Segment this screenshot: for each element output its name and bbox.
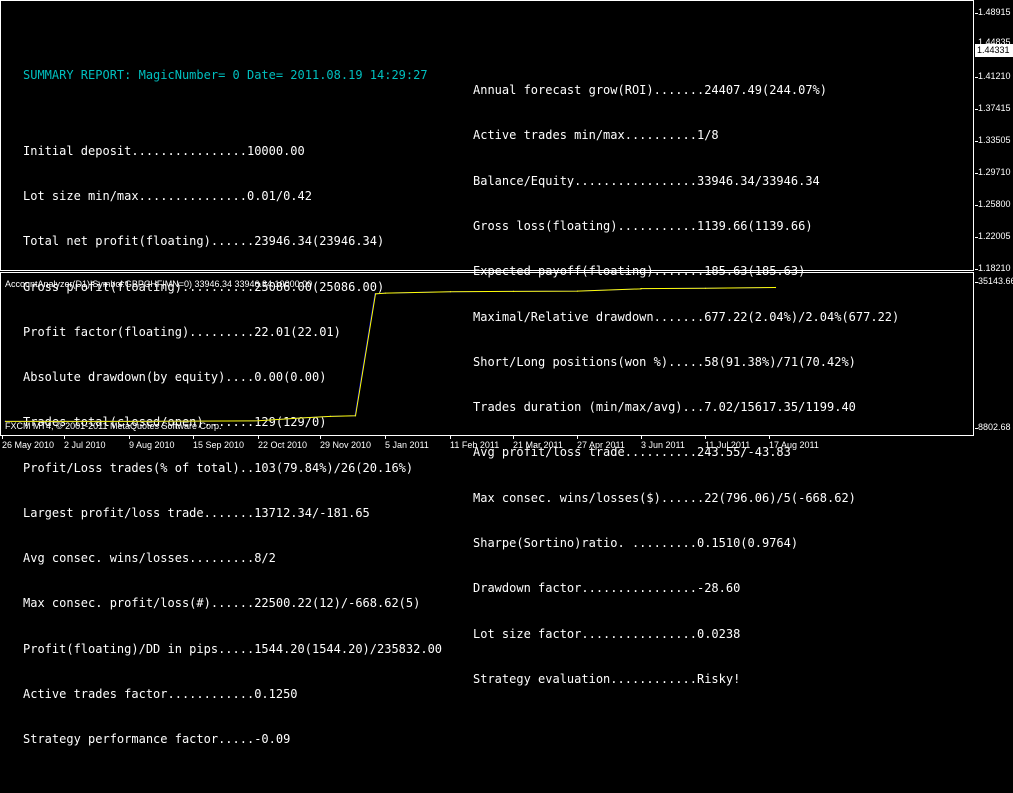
time-label: 11 Jul 2011 [705,440,751,450]
series-equity-point [354,415,357,417]
series-equity-point [640,288,643,290]
time-label: 26 May 2010 [2,440,55,450]
price-label: 1.25800 [978,199,1011,209]
report-line: Balance/Equity.................33946.34/… [473,173,820,188]
time-label: 9 Aug 2010 [129,440,175,450]
report-line: Total net profit(floating)......23946.34… [23,234,385,249]
price-scale[interactable]: 1.48915 1.44835 1.41210 1.37415 1.33505 … [975,0,1013,436]
time-tick [193,436,194,439]
series-equity-point [384,292,387,294]
time-tick [2,436,3,439]
time-label: 11 Feb 2011 [450,440,500,450]
time-tick [129,436,130,439]
time-label: 17 Aug 2011 [769,440,819,450]
time-label: 29 Nov 2010 [320,440,372,450]
series-equity-point [576,290,579,292]
time-tick [320,436,321,439]
price-label: 1.18210 [978,263,1011,273]
price-label: 1.48915 [978,7,1011,17]
report-line: Strategy performance factor.....-0.09 [23,732,291,747]
time-label: 15 Sep 2010 [193,440,245,450]
report-line: Largest profit/loss trade.......13712.34… [23,505,370,520]
report-line: Active trades min/max..........1/8 [473,128,719,143]
time-label: 21 Mar 2011 [513,440,563,450]
report-line: Annual forecast grow(ROI).......24407.49… [473,83,828,98]
report-line: Profit(floating)/DD in pips.....1544.20(… [23,641,443,656]
report-line: Max consec. profit/loss(#)......22500.22… [23,596,421,611]
time-label: 5 Jan 2011 [385,440,429,450]
price-label: 1.41210 [978,71,1011,81]
time-label: 2 Jul 2010 [64,440,106,450]
time-label: 27 Apr 2011 [577,440,625,450]
report-line: Sharpe(Sortino)ratio. .........0.1510(0.… [473,536,799,550]
time-label: 22 Oct 2010 [258,440,308,450]
report-line: Strategy evaluation............Risky! [473,671,741,686]
time-tick [705,436,706,439]
time-tick [577,436,578,439]
time-tick [641,436,642,439]
series-equity-point [329,415,332,417]
price-label: 1.33505 [978,135,1011,145]
time-tick [450,436,451,439]
report-line: Max consec. wins/losses($)......22(796.0… [473,490,856,505]
report-line: Lot size min/max...............0.01/0.42 [23,188,312,203]
report-line: Avg consec. wins/losses.........8/2 [23,551,276,566]
series-equity-point [704,287,707,289]
series-equity-point [512,290,515,292]
copyright-text: FXCM MT4, © 2001-2011 MetaQuotes Softwar… [5,421,222,431]
series-balance-line [5,287,776,422]
time-tick [258,436,259,439]
report-line: Gross loss(floating)...........1139.66(1… [473,219,813,234]
series-equity-line [5,287,776,422]
price-label: 1.37415 [978,103,1011,113]
series-equity-point [374,293,377,295]
series-equity-point [299,417,302,419]
indicator-scale-max: 35143.66 [978,276,1013,286]
time-tick [769,436,770,439]
equity-chart [4,286,777,422]
time-tick [64,436,65,439]
indicator-scale-min: 8802.68 [978,422,1011,432]
report-line: Lot size factor................0.0238 [473,626,741,641]
report-line: Profit/Loss trades(% of total)..103(79.8… [23,460,414,475]
report-line: Drawdown factor................-28.60 [473,581,741,596]
price-label: 1.22005 [978,231,1011,241]
time-label: 3 Jun 2011 [641,440,685,450]
current-price-marker: 1.44331 [975,44,1013,57]
price-label: 1.29710 [978,167,1011,177]
report-line: Active trades factor............0.1250 [23,687,298,702]
time-axis[interactable]: 26 May 2010 2 Jul 2010 9 Aug 2010 15 Sep 20… [0,436,1013,452]
series-equity-point [449,291,452,293]
series-equity-point [257,420,260,422]
time-tick [513,436,514,439]
series-equity-point [774,286,777,289]
report-heading: SUMMARY REPORT: MagicNumber= 0 Date= 201… [23,68,428,83]
time-tick [385,436,386,439]
report-line: Initial deposit................10000.00 [23,143,305,158]
